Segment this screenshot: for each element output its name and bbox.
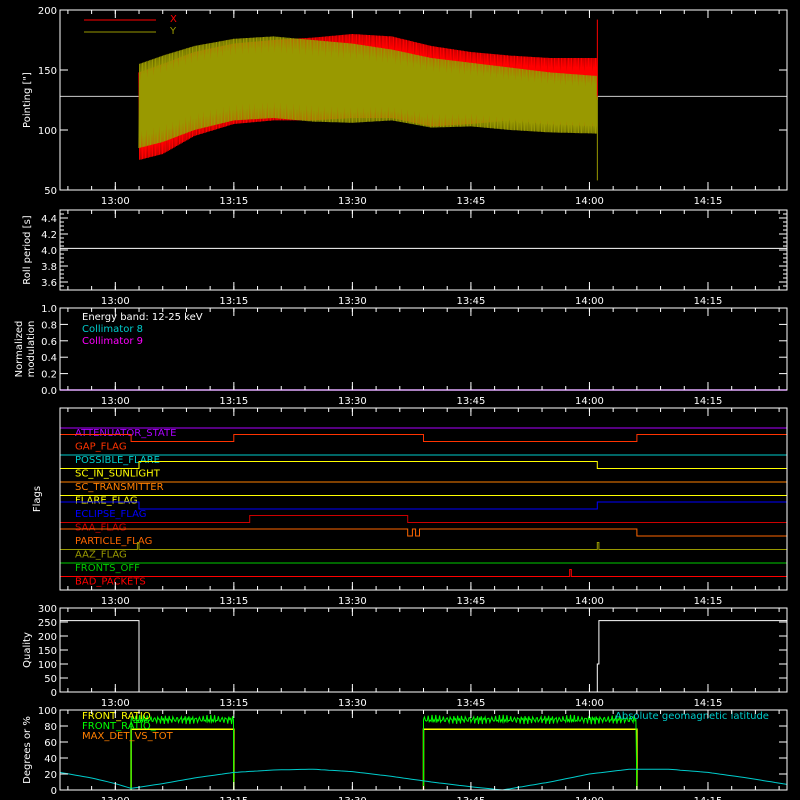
flags-xtick-label: 14:00 [575,596,604,607]
summary-plot: XY 13:00 13:15 13:30 13:45 14:00 14:15 50 100 150… [0,0,800,800]
flags-xtick-label: 13:00 [101,596,130,607]
modulation-ytick-label: 0.2 [41,370,57,381]
roll-period-ytick-label: 3.8 [41,262,57,273]
flag-label: AAZ_FLAG [75,550,127,561]
modulation-xtick-label: 13:45 [456,396,485,407]
quality-ytick-label: 0 [51,688,57,699]
roll-period-xtick-label: 14:00 [575,296,604,307]
ratios-ytick-label: 100 [38,706,57,717]
quality-ytick-label: 250 [38,618,57,629]
modulation-ytick-label: 0.8 [41,320,57,331]
ratios-ytick-label: 40 [44,754,57,765]
ratios-xtick-label: 13:45 [456,796,485,800]
ratios-ytick-label: 80 [44,722,57,733]
pointing-xtick-label: 14:15 [694,196,723,207]
flag-label: ATTENUATOR_STATE [75,428,176,439]
ratios-ytick-label: 20 [44,770,57,781]
modulation-xtick-label: 13:00 [101,396,130,407]
quality-xtick-label: 13:45 [456,698,485,709]
roll-period-ylabel: Roll period [s] [22,215,33,284]
quality-xtick-label: 13:15 [219,698,248,709]
modulation-xtick-label: 14:00 [575,396,604,407]
modulation-ytick-label: 0.0 [41,386,57,397]
pointing-xtick-label: 13:45 [456,196,485,207]
flag-label: GAP_FLAG [75,442,127,453]
pointing-xtick-label: 13:15 [219,196,248,207]
modulation-ytick-label: 0.4 [41,353,57,364]
quality-xtick-label: 13:00 [101,698,130,709]
roll-period-ytick-label: 4.4 [41,214,57,225]
quality-ytick-label: 100 [38,660,57,671]
flags-ylabel: Flags [32,486,43,512]
ratios-xtick-label: 14:00 [575,796,604,800]
quality-ylabel: Quality [22,632,33,668]
quality-xtick-label: 14:15 [694,698,723,709]
roll-period-ytick-label: 3.6 [41,278,57,289]
quality-ytick-label: 200 [38,632,57,643]
modulation-annotation: Collimator 8 [82,324,143,335]
flag-label: FLARE_FLAG [75,496,138,507]
ratios-xtick-label: 13:15 [219,796,248,800]
ratios-ylabel: Degrees or % [22,716,33,784]
flag-label: SC_TRANSMITTER [75,482,164,493]
flag-label: FRONTS_OFF [75,563,140,574]
ratios-ytick-label: 0 [51,786,57,797]
roll-period-ytick-label: 4.2 [41,230,57,241]
flags-xtick-label: 13:15 [219,596,248,607]
modulation-annotation: Collimator 9 [82,336,143,347]
modulation-xtick-label: 13:15 [219,396,248,407]
flag-label: POSSIBLE_FLARE [75,455,160,466]
pointing-ytick-label: 200 [38,6,57,17]
ratios-legend-label: MAX_DET_VS_TOT [82,731,174,742]
roll-period-xtick-label: 13:45 [456,296,485,307]
modulation-ytick-label: 1.0 [41,304,57,315]
flag-label: SC_IN_SUNLIGHT [75,469,161,480]
modulation-xtick-label: 13:30 [338,396,367,407]
flag-label: ECLIPSE_FLAG [75,509,146,520]
ratios-ytick-label: 60 [44,738,57,749]
pointing-ytick-label: 100 [38,126,57,137]
quality-xtick-label: 14:00 [575,698,604,709]
pointing-ytick-label: 150 [38,66,57,77]
quality-xtick-label: 13:30 [338,698,367,709]
quality-ytick-label: 50 [44,674,57,685]
flags-xtick-label: 14:15 [694,596,723,607]
quality-ytick-label: 150 [38,646,57,657]
modulation-ytick-label: 0.6 [41,337,57,348]
flag-label: PARTICLE_FLAG [75,536,152,547]
modulation-annotation: Energy band: 12-25 keV [82,312,203,323]
roll-period-xtick-label: 13:00 [101,296,130,307]
modulation-xtick-label: 14:15 [694,396,723,407]
pointing-legend-label: Y [169,26,177,37]
ratios-annotation: Absolute geomagnetic latitude [615,711,769,722]
pointing-xtick-label: 13:00 [101,196,130,207]
roll-period-xtick-label: 13:15 [219,296,248,307]
flags-xtick-label: 13:45 [456,596,485,607]
flag-label: SAA_FLAG [75,523,126,534]
roll-period-xtick-label: 14:15 [694,296,723,307]
modulation-ylabel: Normalized [14,321,25,378]
pointing-ylabel: Pointing ["] [22,72,33,128]
ratios-xtick-label: 13:30 [338,796,367,800]
flag-label: BAD_PACKETS [75,577,146,588]
roll-period-xtick-label: 13:30 [338,296,367,307]
flags-xtick-label: 13:30 [338,596,367,607]
pointing-legend-label: X [170,14,177,25]
modulation-ylabel: modulation [26,321,37,378]
roll-period-ytick-label: 4.0 [41,246,57,257]
pointing-xtick-label: 13:30 [338,196,367,207]
pointing-xtick-label: 14:00 [575,196,604,207]
quality-ytick-label: 300 [38,604,57,615]
ratios-xtick-label: 14:15 [694,796,723,800]
ratios-xtick-label: 13:00 [101,796,130,800]
pointing-ytick-label: 50 [44,186,57,197]
